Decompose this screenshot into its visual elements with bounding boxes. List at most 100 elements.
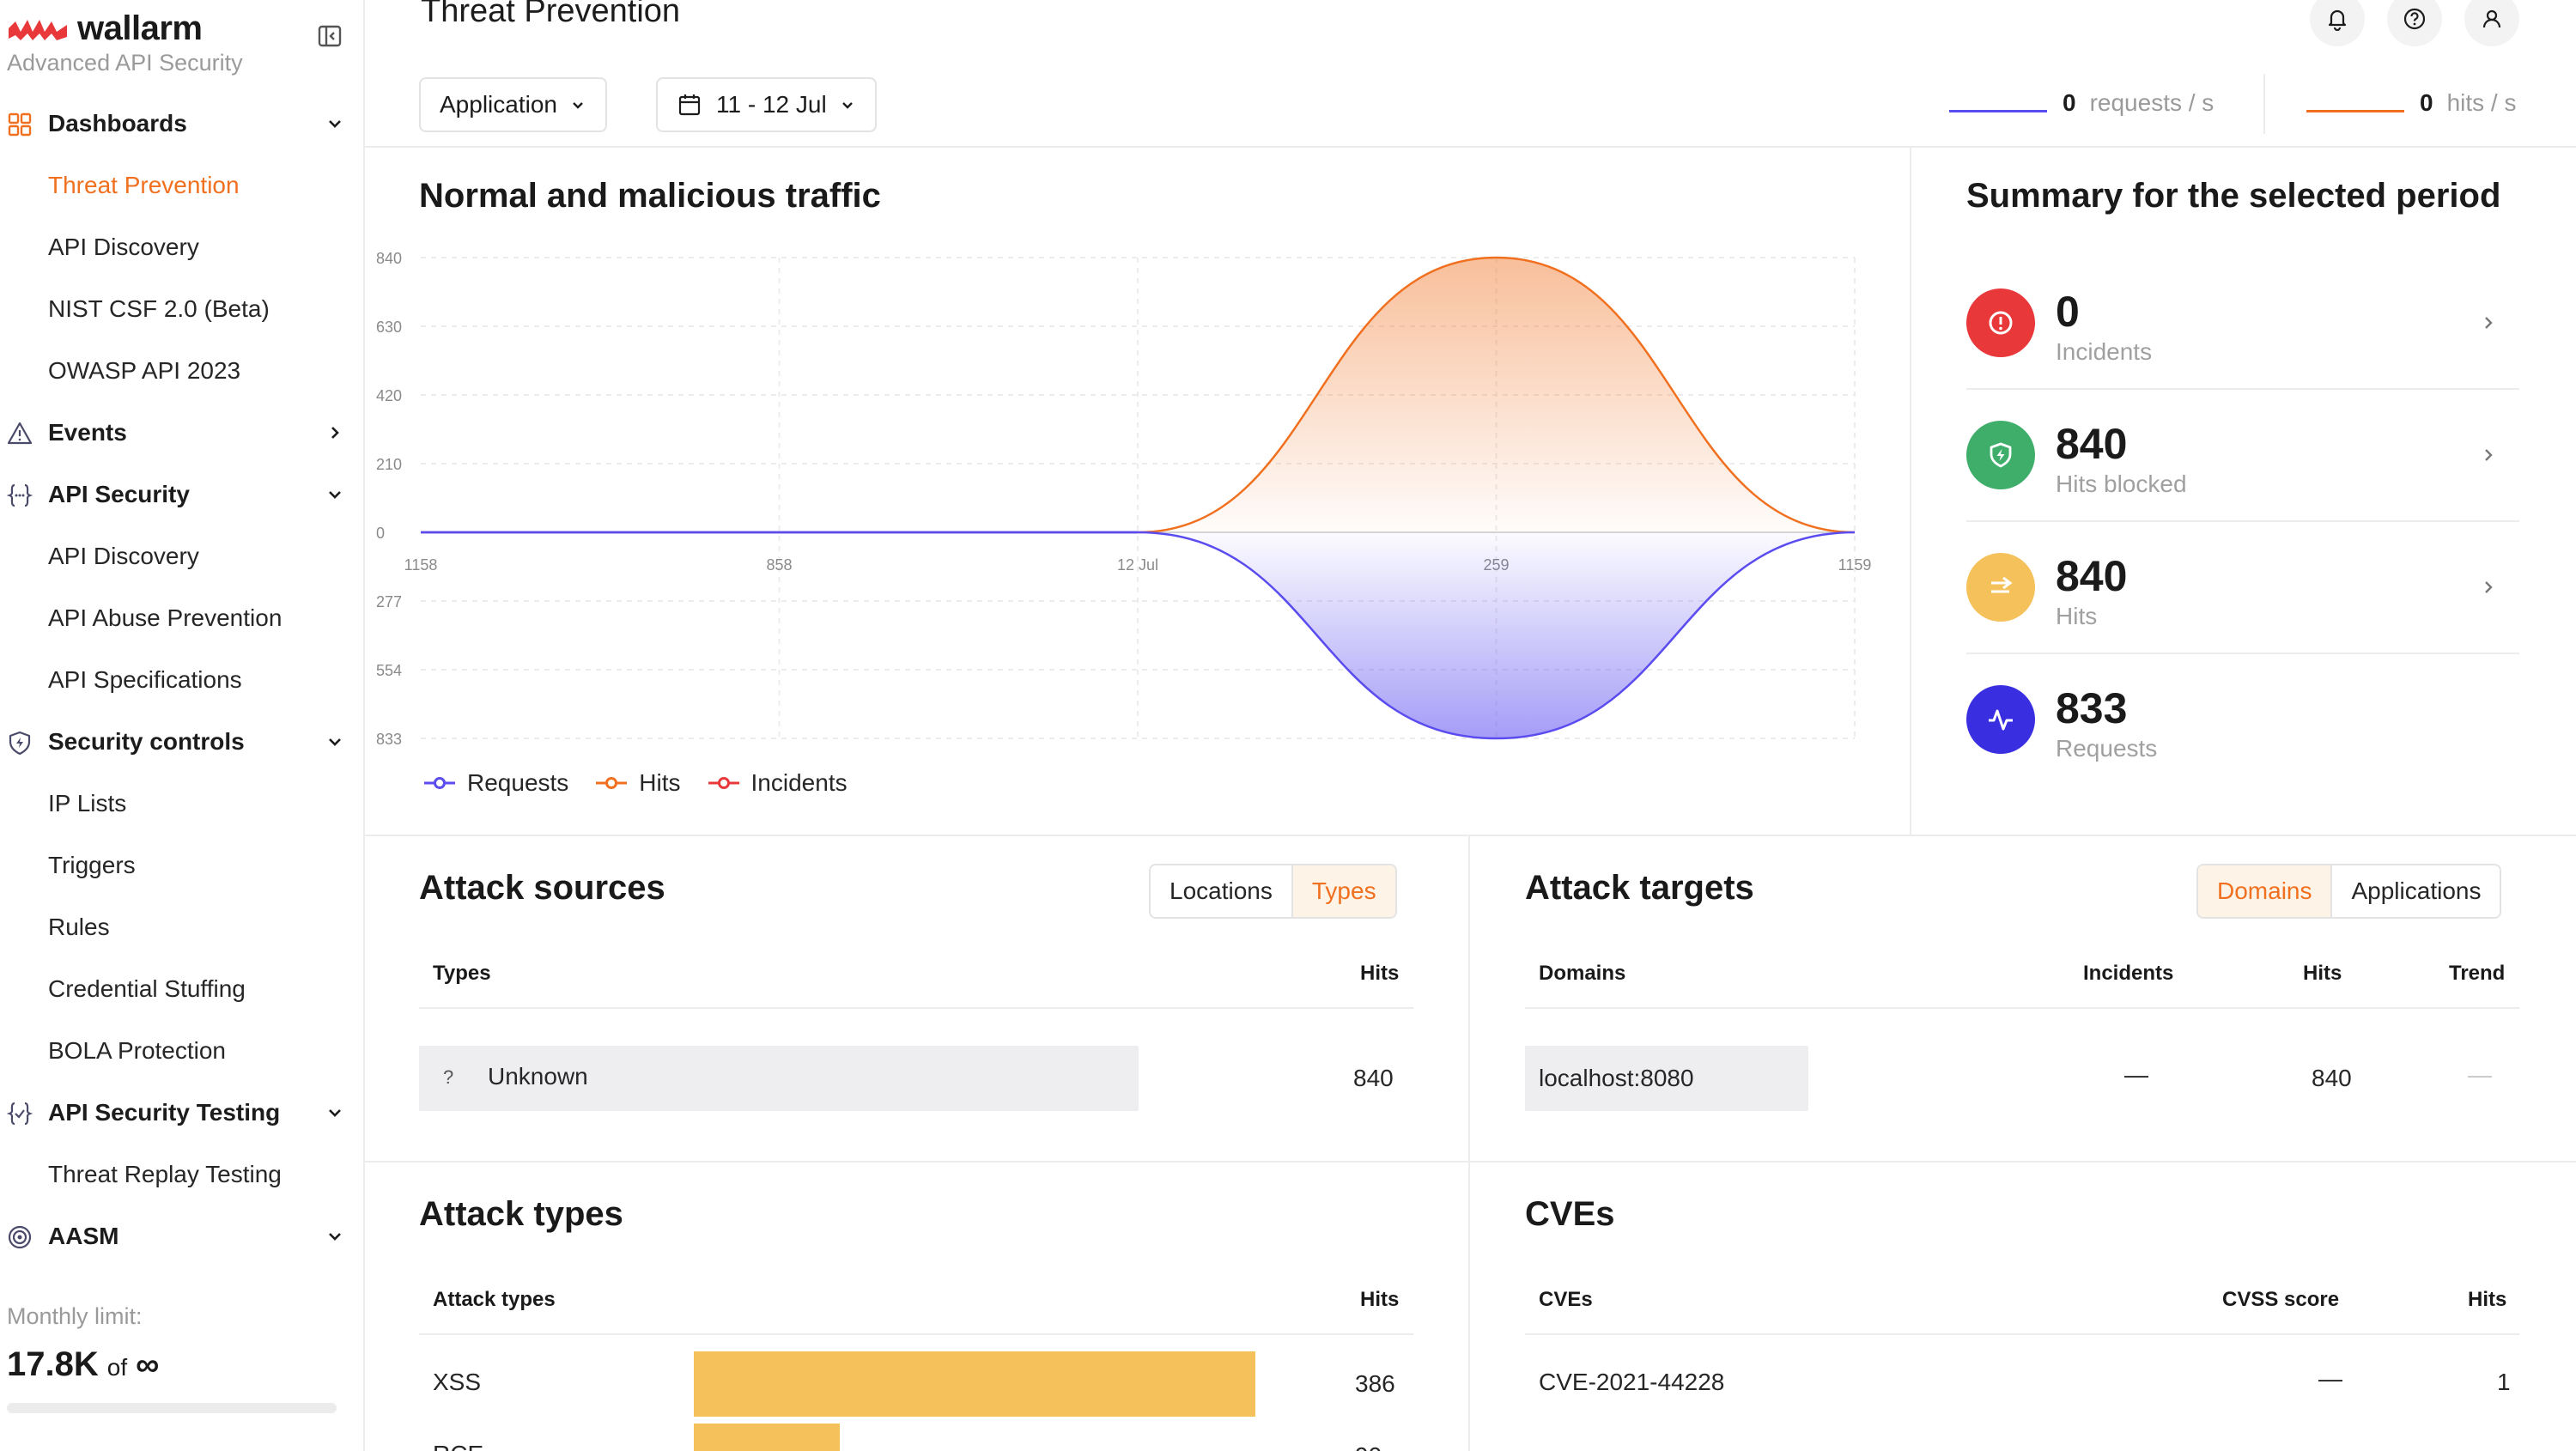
summary-value: 833 xyxy=(2056,684,2128,732)
target-incidents: — xyxy=(2124,1061,2148,1088)
sidebar-nav: Dashboards Threat Prevention API Discovery… xyxy=(0,93,365,1267)
attack-targets-tabs: Domains Applications xyxy=(2196,864,2502,919)
warning-icon xyxy=(7,422,33,445)
help-button[interactable] xyxy=(2387,0,2442,46)
sidebar-item-nist-csf-2-0-beta[interactable]: NIST CSF 2.0 (Beta) xyxy=(0,278,365,340)
sidebar-item-api-discovery[interactable]: API Discovery xyxy=(0,525,365,587)
legend-incidents[interactable]: Incidents xyxy=(708,769,848,797)
requests-rate: 0 requests / s xyxy=(1949,89,2214,117)
column-header-hits: Hits xyxy=(2303,962,2342,985)
summary-hits-blocked[interactable]: 840 Hits blocked xyxy=(1966,390,2519,522)
chevron-right-icon xyxy=(2485,449,2493,461)
chevron-down-icon xyxy=(329,738,341,746)
hits-rate-line xyxy=(2306,109,2404,112)
chevron-down-icon xyxy=(329,120,341,128)
shield-bolt-icon xyxy=(1966,421,2035,489)
tab-applications[interactable]: Applications xyxy=(2330,865,2500,917)
sidebar-item-api-abuse-prevention[interactable]: API Abuse Prevention xyxy=(0,587,365,649)
tab-domains[interactable]: Domains xyxy=(2198,865,2331,917)
sidebar-item-label: API Specifications xyxy=(48,666,242,693)
table-header-divider xyxy=(1525,1007,2519,1009)
usage-progress-bar xyxy=(7,1403,337,1413)
sidebar-item-threat-replay-testing[interactable]: Threat Replay Testing xyxy=(0,1144,365,1205)
column-header-trend: Trend xyxy=(2449,962,2506,985)
chevron-right-icon xyxy=(2485,317,2493,329)
sidebar-item-bola-protection[interactable]: BOLA Protection xyxy=(0,1020,365,1082)
sidebar-item-triggers[interactable]: Triggers xyxy=(0,835,365,896)
summary-hits[interactable]: 840 Hits xyxy=(1966,522,2519,654)
sidebar-item-rules[interactable]: Rules xyxy=(0,896,365,958)
legend-label: Requests xyxy=(467,769,569,796)
summary-label: Incidents xyxy=(2056,338,2153,365)
hits-rate-value: 0 xyxy=(2420,89,2433,116)
column-header-hits: Hits xyxy=(2468,1288,2507,1311)
sidebar-item-api-security[interactable]: API Security xyxy=(0,464,365,525)
sidebar-item-label: Credential Stuffing xyxy=(48,975,246,1002)
summary-label: Hits xyxy=(2056,603,2098,629)
sidebar-item-events[interactable]: Events xyxy=(0,402,365,464)
collapse-sidebar-icon[interactable] xyxy=(316,22,343,50)
date-range-picker[interactable]: 11 - 12 Jul xyxy=(656,77,877,132)
column-header-cves: CVEs xyxy=(1539,1288,1593,1311)
sidebar-item-api-security-testing[interactable]: API Security Testing xyxy=(0,1082,365,1144)
y-tick-label: 833 xyxy=(376,731,402,747)
sidebar-item-security-controls[interactable]: Security controls xyxy=(0,711,365,773)
calendar-icon xyxy=(678,94,701,116)
column-header-attack-types: Attack types xyxy=(433,1288,556,1311)
y-tick-label: 210 xyxy=(376,456,402,473)
y-tick-label: 0 xyxy=(376,525,385,542)
attack-type-bar xyxy=(694,1424,840,1451)
target-trend: — xyxy=(2468,1061,2492,1088)
requests-rate-line xyxy=(1949,109,2047,112)
notifications-button[interactable] xyxy=(2310,0,2365,46)
sidebar-item-api-discovery[interactable]: API Discovery xyxy=(0,216,365,278)
sidebar-item-label: Security controls xyxy=(48,728,245,755)
monthly-limit-label: Monthly limit: xyxy=(7,1303,143,1329)
legend-requests[interactable]: Requests xyxy=(424,769,568,797)
attack-targets-title: Attack targets xyxy=(1525,869,1754,907)
sidebar-item-dashboards[interactable]: Dashboards xyxy=(0,93,365,155)
usage-of: of xyxy=(106,1354,128,1381)
brand[interactable]: wallarm xyxy=(7,7,203,50)
chevron-down-icon xyxy=(841,102,853,109)
api-braces-icon xyxy=(7,483,33,507)
summary-incidents[interactable]: 0 Incidents xyxy=(1966,258,2519,390)
chart-legend: Requests Hits Incidents xyxy=(424,769,848,797)
target-domain: localhost:8080 xyxy=(1539,1065,1694,1091)
y-tick-label: 420 xyxy=(376,387,402,404)
tab-types[interactable]: Types xyxy=(1291,865,1395,917)
column-header-hits: Hits xyxy=(1360,962,1400,985)
sidebar-item-owasp-api-2023[interactable]: OWASP API 2023 xyxy=(0,340,365,402)
sidebar-item-credential-stuffing[interactable]: Credential Stuffing xyxy=(0,958,365,1020)
column-header-incidents: Incidents xyxy=(2083,962,2174,985)
tab-locations[interactable]: Locations xyxy=(1151,865,1291,917)
user-icon xyxy=(2482,9,2501,28)
cve-id[interactable]: CVE-2021-44228 xyxy=(1539,1369,1724,1396)
sidebar-item-api-specifications[interactable]: API Specifications xyxy=(0,649,365,711)
legend-marker-icon xyxy=(424,777,455,789)
traffic-title: Normal and malicious traffic xyxy=(419,177,881,215)
column-header-domains: Domains xyxy=(1539,962,1626,985)
date-range-label: 11 - 12 Jul xyxy=(716,91,827,118)
legend-marker-icon xyxy=(708,777,739,789)
attack-type-hits: 90 xyxy=(1355,1442,1382,1451)
y-tick-label: 277 xyxy=(376,593,402,610)
table-header-divider xyxy=(419,1333,1413,1335)
column-header-types: Types xyxy=(433,962,491,985)
legend-hits[interactable]: Hits xyxy=(596,769,681,797)
chevron-down-icon xyxy=(329,491,341,499)
sidebar-item-ip-lists[interactable]: IP Lists xyxy=(0,773,365,835)
attack-type-hits: 386 xyxy=(1355,1370,1395,1397)
application-filter[interactable]: Application xyxy=(419,77,607,132)
sidebar-item-threat-prevention[interactable]: Threat Prevention xyxy=(0,155,365,216)
sidebar-item-label: API Abuse Prevention xyxy=(48,604,283,631)
sidebar-item-label: Events xyxy=(48,419,127,446)
profile-button[interactable] xyxy=(2464,0,2519,46)
shield-icon xyxy=(9,731,31,756)
sidebar-item-label: API Security xyxy=(48,481,190,507)
page-title: Threat Prevention xyxy=(421,0,681,29)
sidebar-item-label: Triggers xyxy=(48,852,136,878)
legend-label: Incidents xyxy=(750,769,848,796)
column-header-cvss: CVSS score xyxy=(2222,1288,2340,1311)
sidebar-item-aasm[interactable]: AASM xyxy=(0,1205,365,1267)
